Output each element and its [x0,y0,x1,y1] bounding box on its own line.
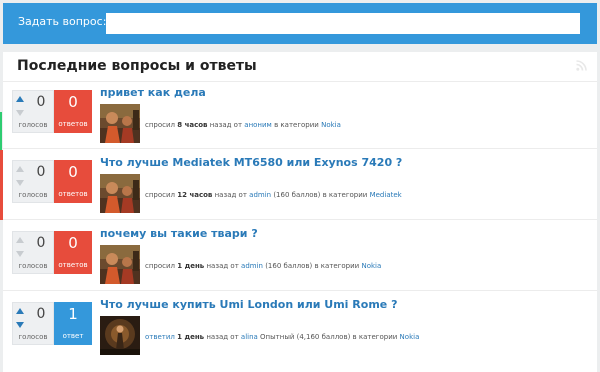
answer-count-box: 0 ответов [54,90,92,133]
vote-box: 0 голосов [12,160,54,203]
category-link[interactable]: Nokia [400,333,420,341]
question-title-link[interactable]: Что лучше купить Umi London или Umi Rome… [100,298,397,311]
meta-ago: назад от [214,191,247,199]
question-divider [3,148,597,149]
answer-count: 0 [68,234,78,252]
vote-up-icon[interactable] [16,308,24,314]
question-item: 0 голосов 0 ответов привет как дела спро… [3,82,597,150]
author-info: (160 баллов) [265,262,313,270]
question-item: 0 голосов 0 ответов Что лучше Mediatek M… [3,152,597,220]
question-divider [3,290,597,291]
category-link[interactable]: Nokia [321,121,341,129]
vote-up-icon[interactable] [16,237,24,243]
question-meta: спросил 8 часов назад от аноним в катего… [145,121,341,129]
vote-label: голосов [18,121,48,129]
answer-count: 0 [68,163,78,181]
side-marker-green [0,112,2,150]
question-meta: спросил 1 день назад от admin (160 балло… [145,262,381,270]
vote-box: 0 голосов [12,90,54,133]
vote-count: 0 [36,306,46,322]
question-item: 0 голосов 0 ответов почему вы такие твар… [3,223,597,291]
avatar[interactable] [100,316,140,355]
answer-count-box: 0 ответов [54,231,92,274]
meta-when: 1 день [177,262,205,270]
question-meta: спросил 12 часов назад от admin (160 бал… [145,191,402,199]
meta-in-category: в категории [322,191,368,199]
author-link[interactable]: alina [241,333,258,341]
answer-count-box: 1 ответ [54,302,92,345]
meta-action: спросил [145,121,176,129]
panel-title: Последние вопросы и ответы [17,58,257,74]
vote-box: 0 голосов [12,231,54,274]
answer-label: ответ [62,332,84,340]
author-info: (160 баллов) [273,191,321,199]
ask-question-label: Задать вопрос: [18,15,107,28]
answer-label: ответов [58,261,88,269]
meta-ago: назад от [209,121,243,129]
meta-in-category: в категории [314,262,360,270]
vote-label: голосов [18,333,48,341]
ask-question-bar: Задать вопрос: [3,3,597,44]
vote-count: 0 [36,94,46,110]
avatar[interactable] [100,104,140,143]
meta-ago: назад от [206,333,239,341]
answer-count: 1 [68,305,78,323]
meta-ago: назад от [206,262,239,270]
avatar[interactable] [100,245,140,284]
vote-count: 0 [36,164,46,180]
vote-count: 0 [36,235,46,251]
author-link[interactable]: admin [241,262,263,270]
answer-label: ответов [58,190,88,198]
vote-label: голосов [18,262,48,270]
vote-down-icon[interactable] [16,251,24,257]
question-title-link[interactable]: привет как дела [100,86,206,99]
vote-down-icon[interactable] [16,180,24,186]
meta-in-category: в категории [274,121,319,129]
answer-label: ответов [58,120,88,128]
meta-in-category: в категории [352,333,398,341]
answer-count-box: 0 ответов [54,160,92,203]
meta-action[interactable]: ответил [145,333,175,341]
vote-up-icon[interactable] [16,166,24,172]
author-link[interactable]: admin [249,191,271,199]
meta-action: спросил [145,191,176,199]
meta-when: 8 часов [177,121,208,129]
question-title-link[interactable]: Что лучше Mediatek MT6580 или Exynos 742… [100,156,402,169]
question-item: 0 голосов 1 ответ Что лучше купить Umi L… [3,294,597,362]
meta-when: 1 день [177,333,205,341]
question-meta: ответил 1 день назад от alina Опытный (4… [145,333,419,341]
vote-down-icon[interactable] [16,322,24,328]
rss-icon[interactable] [576,60,587,71]
meta-when: 12 часов [177,191,213,199]
avatar[interactable] [100,174,140,213]
vote-box: 0 голосов [12,302,54,345]
author-link[interactable]: аноним [244,121,272,129]
author-info: Опытный (4,160 баллов) [260,333,351,341]
ask-question-input[interactable] [106,13,580,34]
meta-action: спросил [145,262,176,270]
vote-down-icon[interactable] [16,110,24,116]
vote-up-icon[interactable] [16,96,24,102]
answer-count: 0 [68,93,78,111]
question-divider [3,219,597,220]
recent-questions-panel: Последние вопросы и ответы 0 голосов 0 о… [3,52,597,372]
question-title-link[interactable]: почему вы такие твари ? [100,227,258,240]
category-link[interactable]: Mediatek [370,191,402,199]
vote-label: голосов [18,191,48,199]
category-link[interactable]: Nokia [361,262,381,270]
